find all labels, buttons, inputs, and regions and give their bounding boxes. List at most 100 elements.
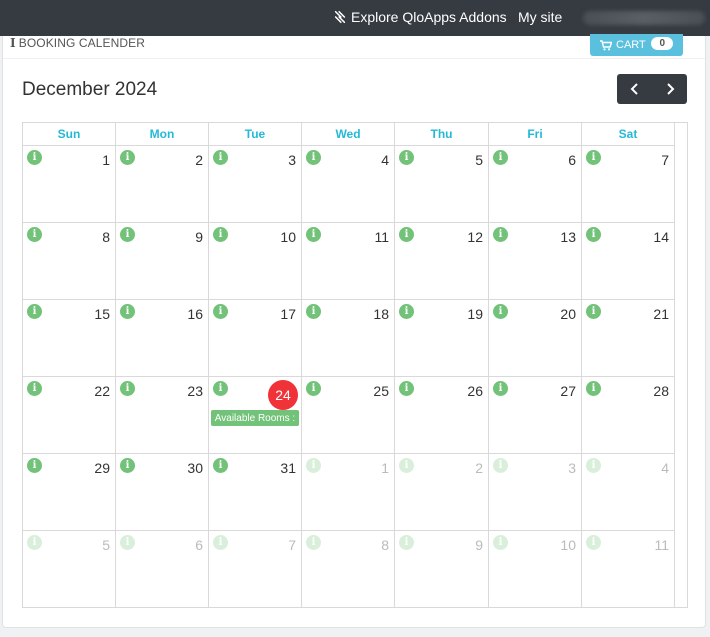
info-icon[interactable]: i <box>399 304 414 319</box>
day-number: 3 <box>568 460 576 476</box>
info-icon[interactable]: i <box>586 381 601 396</box>
info-icon[interactable]: i <box>493 381 508 396</box>
calendar-day[interactable]: i 13 <box>489 223 582 300</box>
calendar-day[interactable]: i 23 <box>116 377 209 454</box>
calendar-day-today[interactable]: i 24 Available Rooms : <box>209 377 302 454</box>
calendar-day[interactable]: i 22 <box>23 377 116 454</box>
day-number: 5 <box>102 537 110 553</box>
blurred-user-area[interactable] <box>583 11 705 25</box>
info-icon[interactable]: i <box>399 150 414 165</box>
calendar-day[interactable]: i2 <box>116 146 209 223</box>
calendar-day[interactable]: i6 <box>489 146 582 223</box>
info-icon[interactable]: i <box>27 227 42 242</box>
calendar-day[interactable]: i 31 <box>209 454 302 531</box>
calendar-day[interactable]: i 14 <box>582 223 675 300</box>
calendar-day[interactable]: i 10 <box>209 223 302 300</box>
day-number: 9 <box>195 229 203 245</box>
info-icon[interactable]: i <box>493 227 508 242</box>
prev-month-button[interactable] <box>617 74 652 104</box>
info-icon[interactable]: i <box>27 458 42 473</box>
info-icon[interactable]: i <box>493 304 508 319</box>
calendar-day[interactable]: i 19 <box>395 300 489 377</box>
calendar-day[interactable]: i5 <box>23 531 116 608</box>
info-icon[interactable]: i <box>120 227 135 242</box>
calendar-day[interactable]: i8 <box>302 531 395 608</box>
calendar-day[interactable]: i6 <box>116 531 209 608</box>
calendar-day[interactable]: i4 <box>582 454 675 531</box>
info-icon[interactable]: i <box>213 304 228 319</box>
info-icon[interactable]: i <box>306 381 321 396</box>
info-icon[interactable]: i <box>399 535 414 550</box>
day-number: 20 <box>560 306 576 322</box>
day-number: 28 <box>653 383 669 399</box>
calendar-day[interactable]: i 20 <box>489 300 582 377</box>
calendar-day[interactable]: i1 <box>23 146 116 223</box>
calendar-day[interactable]: i 18 <box>302 300 395 377</box>
calendar-day[interactable]: i 29 <box>23 454 116 531</box>
info-icon[interactable]: i <box>213 458 228 473</box>
cart-button[interactable]: CART 0 <box>590 34 683 56</box>
info-icon[interactable]: i <box>120 381 135 396</box>
chevron-right-icon <box>666 83 674 95</box>
info-icon[interactable]: i <box>213 150 228 165</box>
next-month-button[interactable] <box>652 74 687 104</box>
calendar-day[interactable]: i 17 <box>209 300 302 377</box>
info-icon[interactable]: i <box>306 150 321 165</box>
calendar-day[interactable]: i7 <box>582 146 675 223</box>
explore-addons-link[interactable]: Explore QloApps Addons <box>333 9 507 25</box>
info-icon[interactable]: i <box>399 227 414 242</box>
info-icon[interactable]: i <box>493 458 508 473</box>
info-icon[interactable]: i <box>306 458 321 473</box>
calendar-day[interactable]: i 25 <box>302 377 395 454</box>
info-icon[interactable]: i <box>213 227 228 242</box>
calendar-day[interactable]: i7 <box>209 531 302 608</box>
info-icon[interactable]: i <box>27 304 42 319</box>
calendar-day[interactable]: i 11 <box>302 223 395 300</box>
info-icon[interactable]: i <box>306 227 321 242</box>
my-site-link[interactable]: My site <box>518 9 562 25</box>
day-number: 22 <box>94 383 110 399</box>
calendar-day[interactable]: i 30 <box>116 454 209 531</box>
calendar-day[interactable]: i 12 <box>395 223 489 300</box>
calendar-day[interactable]: i3 <box>209 146 302 223</box>
calendar-day[interactable]: i 10 <box>489 531 582 608</box>
info-icon[interactable]: i <box>120 535 135 550</box>
info-icon[interactable]: i <box>586 150 601 165</box>
info-icon[interactable]: i <box>306 535 321 550</box>
available-rooms-badge[interactable]: Available Rooms : <box>211 410 299 426</box>
calendar-day[interactable]: i 21 <box>582 300 675 377</box>
calendar-day[interactable]: i4 <box>302 146 395 223</box>
info-icon[interactable]: i <box>586 227 601 242</box>
info-icon[interactable]: i <box>586 304 601 319</box>
info-icon[interactable]: i <box>27 381 42 396</box>
calendar-day[interactable]: i 28 <box>582 377 675 454</box>
calendar-day[interactable]: i9 <box>116 223 209 300</box>
info-icon[interactable]: i <box>120 304 135 319</box>
info-icon[interactable]: i <box>493 150 508 165</box>
puzzle-icon <box>334 10 346 24</box>
info-icon[interactable]: i <box>27 150 42 165</box>
calendar-day[interactable]: i5 <box>395 146 489 223</box>
calendar-day[interactable]: i 11 <box>582 531 675 608</box>
info-icon[interactable]: i <box>586 535 601 550</box>
calendar-day[interactable]: i8 <box>23 223 116 300</box>
calendar-day[interactable]: i 16 <box>116 300 209 377</box>
calendar-day[interactable]: i 15 <box>23 300 116 377</box>
info-icon[interactable]: i <box>586 458 601 473</box>
info-icon[interactable]: i <box>27 535 42 550</box>
calendar-day[interactable]: i 26 <box>395 377 489 454</box>
info-icon[interactable]: i <box>120 150 135 165</box>
calendar-day[interactable]: i1 <box>302 454 395 531</box>
day-number: 23 <box>187 383 203 399</box>
calendar-day[interactable]: i 27 <box>489 377 582 454</box>
info-icon[interactable]: i <box>213 381 228 396</box>
info-icon[interactable]: i <box>399 458 414 473</box>
calendar-day[interactable]: i2 <box>395 454 489 531</box>
info-icon[interactable]: i <box>399 381 414 396</box>
calendar-day[interactable]: i9 <box>395 531 489 608</box>
calendar-day[interactable]: i3 <box>489 454 582 531</box>
info-icon[interactable]: i <box>213 535 228 550</box>
info-icon[interactable]: i <box>306 304 321 319</box>
info-icon[interactable]: i <box>120 458 135 473</box>
info-icon[interactable]: i <box>493 535 508 550</box>
